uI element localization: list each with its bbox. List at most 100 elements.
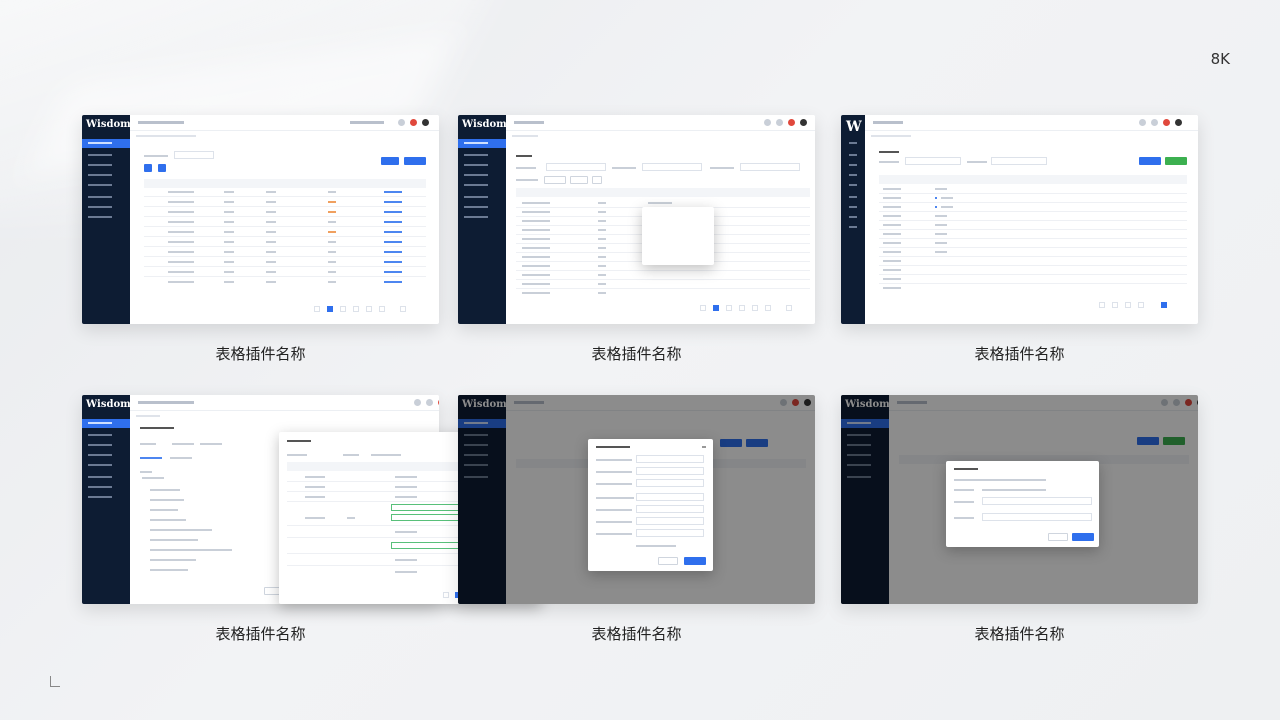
form-input[interactable] — [636, 517, 704, 525]
sidebar-item[interactable] — [82, 139, 130, 148]
preview-tile-5[interactable]: Wisdom — [458, 395, 815, 604]
sidebar-item[interactable] — [82, 483, 130, 492]
close-icon[interactable] — [702, 446, 706, 448]
filter-input[interactable] — [905, 157, 961, 165]
toolbar-button[interactable] — [158, 164, 166, 172]
sidebar-item[interactable] — [841, 151, 865, 160]
bell-icon[interactable] — [764, 119, 771, 126]
sidebar-item[interactable] — [841, 213, 865, 222]
settings-icon[interactable] — [426, 399, 433, 406]
page-button[interactable] — [1099, 302, 1105, 308]
search-input[interactable] — [174, 151, 214, 159]
sidebar-item[interactable] — [841, 193, 865, 202]
form-input[interactable] — [636, 493, 704, 501]
settings-icon[interactable] — [1151, 119, 1158, 126]
confirm-dialog[interactable] — [946, 461, 1099, 547]
page-button[interactable] — [1125, 302, 1131, 308]
form-select[interactable] — [636, 467, 704, 475]
page-button[interactable] — [765, 305, 771, 311]
page-button[interactable] — [1161, 302, 1167, 308]
sidebar-item[interactable] — [82, 461, 130, 470]
page-button[interactable] — [752, 305, 758, 311]
page-button[interactable] — [327, 306, 333, 312]
search-button[interactable] — [1139, 157, 1161, 165]
confirm-button[interactable] — [1072, 533, 1094, 541]
sidebar-item[interactable] — [841, 171, 865, 180]
sidebar-item[interactable] — [82, 419, 130, 428]
sidebar-item[interactable] — [82, 431, 130, 440]
bell-icon[interactable] — [414, 399, 421, 406]
sidebar-item[interactable] — [458, 171, 506, 180]
dialog-date-range[interactable] — [982, 513, 1092, 521]
sidebar-item[interactable] — [82, 473, 130, 482]
page-button[interactable] — [726, 305, 732, 311]
sidebar-item[interactable] — [841, 139, 865, 148]
add-button[interactable] — [1165, 157, 1187, 165]
sidebar-item[interactable] — [82, 213, 130, 222]
page-button[interactable] — [1138, 302, 1144, 308]
filter-select[interactable] — [991, 157, 1047, 165]
sidebar-item[interactable] — [841, 181, 865, 190]
page-button[interactable] — [366, 306, 372, 312]
sidebar-item[interactable] — [82, 203, 130, 212]
sidebar-item[interactable] — [82, 193, 130, 202]
page-button[interactable] — [314, 306, 320, 312]
sidebar-item[interactable] — [82, 441, 130, 450]
dropdown-popover[interactable] — [642, 207, 714, 265]
page-button[interactable] — [353, 306, 359, 312]
query-button[interactable] — [544, 176, 566, 184]
page-button[interactable] — [786, 305, 792, 311]
preview-tile-3[interactable]: W — [841, 115, 1198, 324]
page-button[interactable] — [739, 305, 745, 311]
page-button[interactable] — [400, 306, 406, 312]
sidebar-item[interactable] — [82, 181, 130, 190]
page-button[interactable] — [443, 592, 449, 598]
page-button[interactable] — [379, 306, 385, 312]
bell-icon[interactable] — [1139, 119, 1146, 126]
notification-icon[interactable] — [438, 399, 439, 406]
form-input[interactable] — [636, 505, 704, 513]
form-input[interactable] — [636, 479, 704, 487]
filter-input[interactable] — [642, 163, 702, 171]
toolbar-button[interactable] — [144, 164, 152, 172]
sidebar-item[interactable] — [82, 171, 130, 180]
notification-icon[interactable] — [1163, 119, 1170, 126]
page-button[interactable] — [340, 306, 346, 312]
sidebar-item[interactable] — [458, 151, 506, 160]
sidebar-item[interactable] — [458, 139, 506, 148]
sidebar-item[interactable] — [82, 161, 130, 170]
preview-tile-2[interactable]: Wisdom — [458, 115, 815, 324]
preview-tile-6[interactable]: Wisdom — [841, 395, 1198, 604]
notification-icon[interactable] — [410, 119, 417, 126]
sidebar-item[interactable] — [82, 493, 130, 502]
sidebar-item[interactable] — [458, 203, 506, 212]
cancel-button[interactable] — [1048, 533, 1068, 541]
avatar[interactable] — [800, 119, 807, 126]
form-select[interactable] — [636, 529, 704, 537]
sidebar-item[interactable] — [841, 203, 865, 212]
confirm-button[interactable] — [684, 557, 706, 565]
primary-button[interactable] — [381, 157, 399, 165]
preview-tile-1[interactable]: Wisdom — [82, 115, 439, 324]
page-button[interactable] — [1112, 302, 1118, 308]
avatar[interactable] — [422, 119, 429, 126]
page-button[interactable] — [700, 305, 706, 311]
form-input[interactable] — [636, 455, 704, 463]
more-button[interactable] — [592, 176, 602, 184]
filter-input[interactable] — [740, 163, 800, 171]
sidebar-item[interactable] — [458, 161, 506, 170]
cancel-button[interactable] — [658, 557, 678, 565]
avatar[interactable] — [1175, 119, 1182, 126]
sidebar-item[interactable] — [458, 213, 506, 222]
primary-button[interactable] — [404, 157, 426, 165]
sidebar-item[interactable] — [82, 451, 130, 460]
form-dialog[interactable] — [588, 439, 713, 571]
sidebar-item[interactable] — [458, 193, 506, 202]
settings-icon[interactable] — [776, 119, 783, 126]
sidebar-item[interactable] — [82, 151, 130, 160]
filter-input[interactable] — [546, 163, 606, 171]
sidebar-item[interactable] — [841, 161, 865, 170]
bell-icon[interactable] — [398, 119, 405, 126]
page-button[interactable] — [713, 305, 719, 311]
reset-button[interactable] — [570, 176, 588, 184]
